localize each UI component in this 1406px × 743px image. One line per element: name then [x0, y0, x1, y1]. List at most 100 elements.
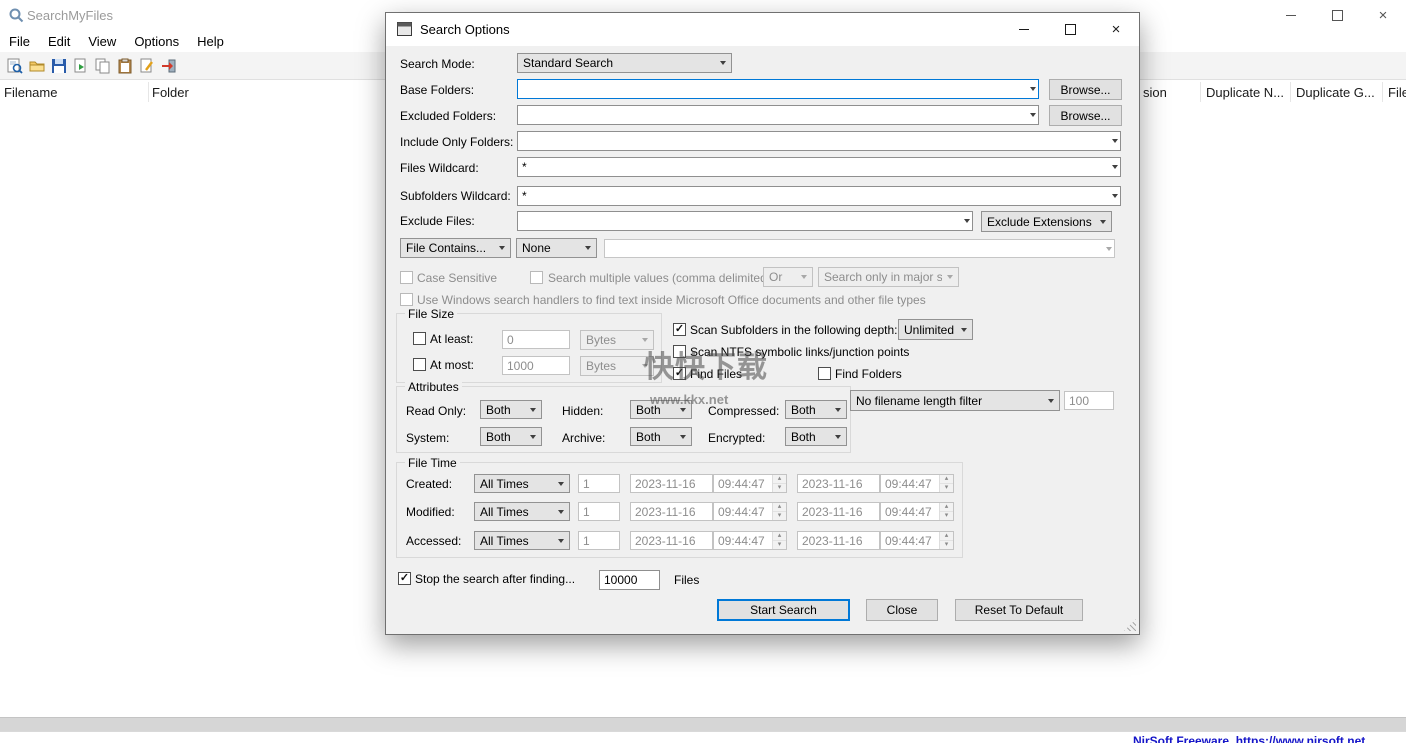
close-button[interactable]: × [1360, 0, 1406, 30]
column-duplicate-n[interactable]: Duplicate N... [1206, 85, 1284, 100]
at-least-unit-value: Bytes [586, 333, 637, 347]
subfolders-wildcard-combo[interactable]: * [517, 186, 1121, 206]
attributes-group-title: Attributes [405, 380, 462, 394]
case-sensitive-label: Case Sensitive [417, 271, 497, 285]
minimize-icon [1019, 29, 1029, 30]
excluded-folders-combo[interactable] [517, 105, 1039, 125]
menu-edit[interactable]: Edit [39, 34, 79, 49]
accessed-date-from: 2023-11-16 [630, 531, 713, 550]
stop-after-checkbox[interactable]: ✓ [398, 572, 411, 585]
file-size-group-title: File Size [405, 307, 457, 321]
stop-after-input[interactable] [599, 570, 660, 590]
column-separator[interactable] [1200, 82, 1201, 102]
ntfs-links-label: Scan NTFS symbolic links/junction points [690, 345, 909, 359]
column-file[interactable]: File [1388, 85, 1406, 100]
exit-icon[interactable] [158, 56, 180, 76]
column-extension[interactable]: sion [1143, 85, 1167, 100]
find-folders-checkbox[interactable] [818, 367, 831, 380]
paste-icon[interactable] [114, 56, 136, 76]
files-wildcard-combo[interactable]: * [517, 157, 1121, 177]
horizontal-scrollbar[interactable] [0, 717, 1406, 732]
contains-type-value: None [522, 241, 580, 255]
read-only-select[interactable]: Both [480, 400, 542, 419]
excluded-folders-browse-button[interactable]: Browse... [1049, 105, 1122, 126]
column-folder[interactable]: Folder [152, 85, 189, 100]
start-search-button[interactable]: Start Search [717, 599, 850, 621]
column-separator[interactable] [1290, 82, 1291, 102]
exclude-extensions-mode-select[interactable]: Exclude Extensions List [981, 211, 1112, 232]
menu-help[interactable]: Help [188, 34, 233, 49]
archive-select[interactable]: Both [630, 427, 692, 446]
subfolder-depth-select[interactable]: Unlimited [898, 319, 973, 340]
maximize-icon [1332, 10, 1343, 21]
dialog-maximize-button[interactable] [1047, 13, 1093, 46]
exclude-extensions-mode-value: Exclude Extensions List [987, 215, 1095, 229]
at-most-unit-select: Bytes [580, 356, 654, 376]
modified-time-to: 09:44:47 ▴▾ [880, 502, 954, 521]
spin-up-icon: ▴ [940, 532, 953, 541]
contains-type-select[interactable]: None [516, 238, 597, 258]
column-separator[interactable] [1382, 82, 1383, 102]
system-select[interactable]: Both [480, 427, 542, 446]
close-dialog-button[interactable]: Close [866, 599, 938, 621]
created-date-from: 2023-11-16 [630, 474, 713, 493]
reset-default-button[interactable]: Reset To Default [955, 599, 1083, 621]
accessed-mode-select[interactable]: All Times [474, 531, 570, 550]
created-time-to: 09:44:47 ▴▾ [880, 474, 954, 493]
base-folders-combo[interactable] [517, 79, 1039, 99]
created-mode-select[interactable]: All Times [474, 474, 570, 493]
chevron-down-icon [530, 408, 536, 412]
column-filename[interactable]: Filename [4, 85, 57, 100]
exclude-files-combo[interactable] [517, 211, 973, 231]
nirsoft-link[interactable]: NirSoft Freeware, https://www.nirsoft.ne… [1133, 734, 1365, 743]
open-folder-icon[interactable] [26, 56, 48, 76]
resize-grip[interactable] [1124, 619, 1136, 631]
modified-mode-select[interactable]: All Times [474, 502, 570, 521]
new-search-icon[interactable] [4, 56, 26, 76]
export-icon[interactable] [70, 56, 92, 76]
at-most-label: At most: [430, 358, 474, 372]
dialog-titlebar: Search Options × [386, 13, 1139, 46]
column-duplicate-g[interactable]: Duplicate G... [1296, 85, 1375, 100]
minimize-button[interactable] [1268, 0, 1314, 30]
compressed-select[interactable]: Both [785, 400, 847, 419]
ntfs-links-checkbox[interactable] [673, 345, 686, 358]
date-value: 2023-11-16 [635, 477, 696, 491]
save-icon[interactable] [48, 56, 70, 76]
menu-options[interactable]: Options [125, 34, 188, 49]
file-contains-select[interactable]: File Contains... [400, 238, 511, 258]
menu-view[interactable]: View [79, 34, 125, 49]
maximize-button[interactable] [1314, 0, 1360, 30]
scan-subfolders-checkbox[interactable]: ✓ [673, 323, 686, 336]
at-most-checkbox[interactable] [413, 358, 426, 371]
filename-length-filter-select[interactable]: No filename length filter [850, 390, 1060, 411]
dialog-minimize-button[interactable] [1001, 13, 1047, 46]
copy-icon[interactable] [92, 56, 114, 76]
encrypted-select[interactable]: Both [785, 427, 847, 446]
spinner: ▴▾ [772, 503, 786, 520]
date-value: 2023-11-16 [802, 477, 863, 491]
base-folders-browse-button[interactable]: Browse... [1049, 79, 1122, 100]
include-only-folders-combo[interactable] [517, 131, 1121, 151]
excluded-folders-label: Excluded Folders: [400, 109, 496, 123]
menu-file[interactable]: File [0, 34, 39, 49]
or-operator-value: Or [769, 270, 796, 284]
hidden-select[interactable]: Both [630, 400, 692, 419]
column-separator[interactable] [148, 82, 149, 102]
find-files-checkbox[interactable]: ✓ [673, 367, 686, 380]
date-value: 2023-11-16 [802, 534, 863, 548]
minimize-icon [1286, 15, 1296, 16]
chevron-down-icon [642, 338, 648, 342]
accessed-label: Accessed: [406, 534, 461, 548]
search-mode-select[interactable]: Standard Search [517, 53, 732, 73]
properties-icon[interactable] [136, 56, 158, 76]
multiple-values-checkbox [530, 271, 543, 284]
dialog-title: Search Options [420, 22, 510, 37]
at-least-checkbox[interactable] [413, 332, 426, 345]
dialog-close-button[interactable]: × [1093, 13, 1139, 46]
scan-subfolders-label: Scan Subfolders in the following depth: [690, 323, 897, 337]
chevron-down-icon [585, 246, 591, 250]
archive-label: Archive: [562, 431, 605, 445]
spin-down-icon: ▾ [773, 541, 786, 549]
chevron-down-icon [680, 408, 686, 412]
